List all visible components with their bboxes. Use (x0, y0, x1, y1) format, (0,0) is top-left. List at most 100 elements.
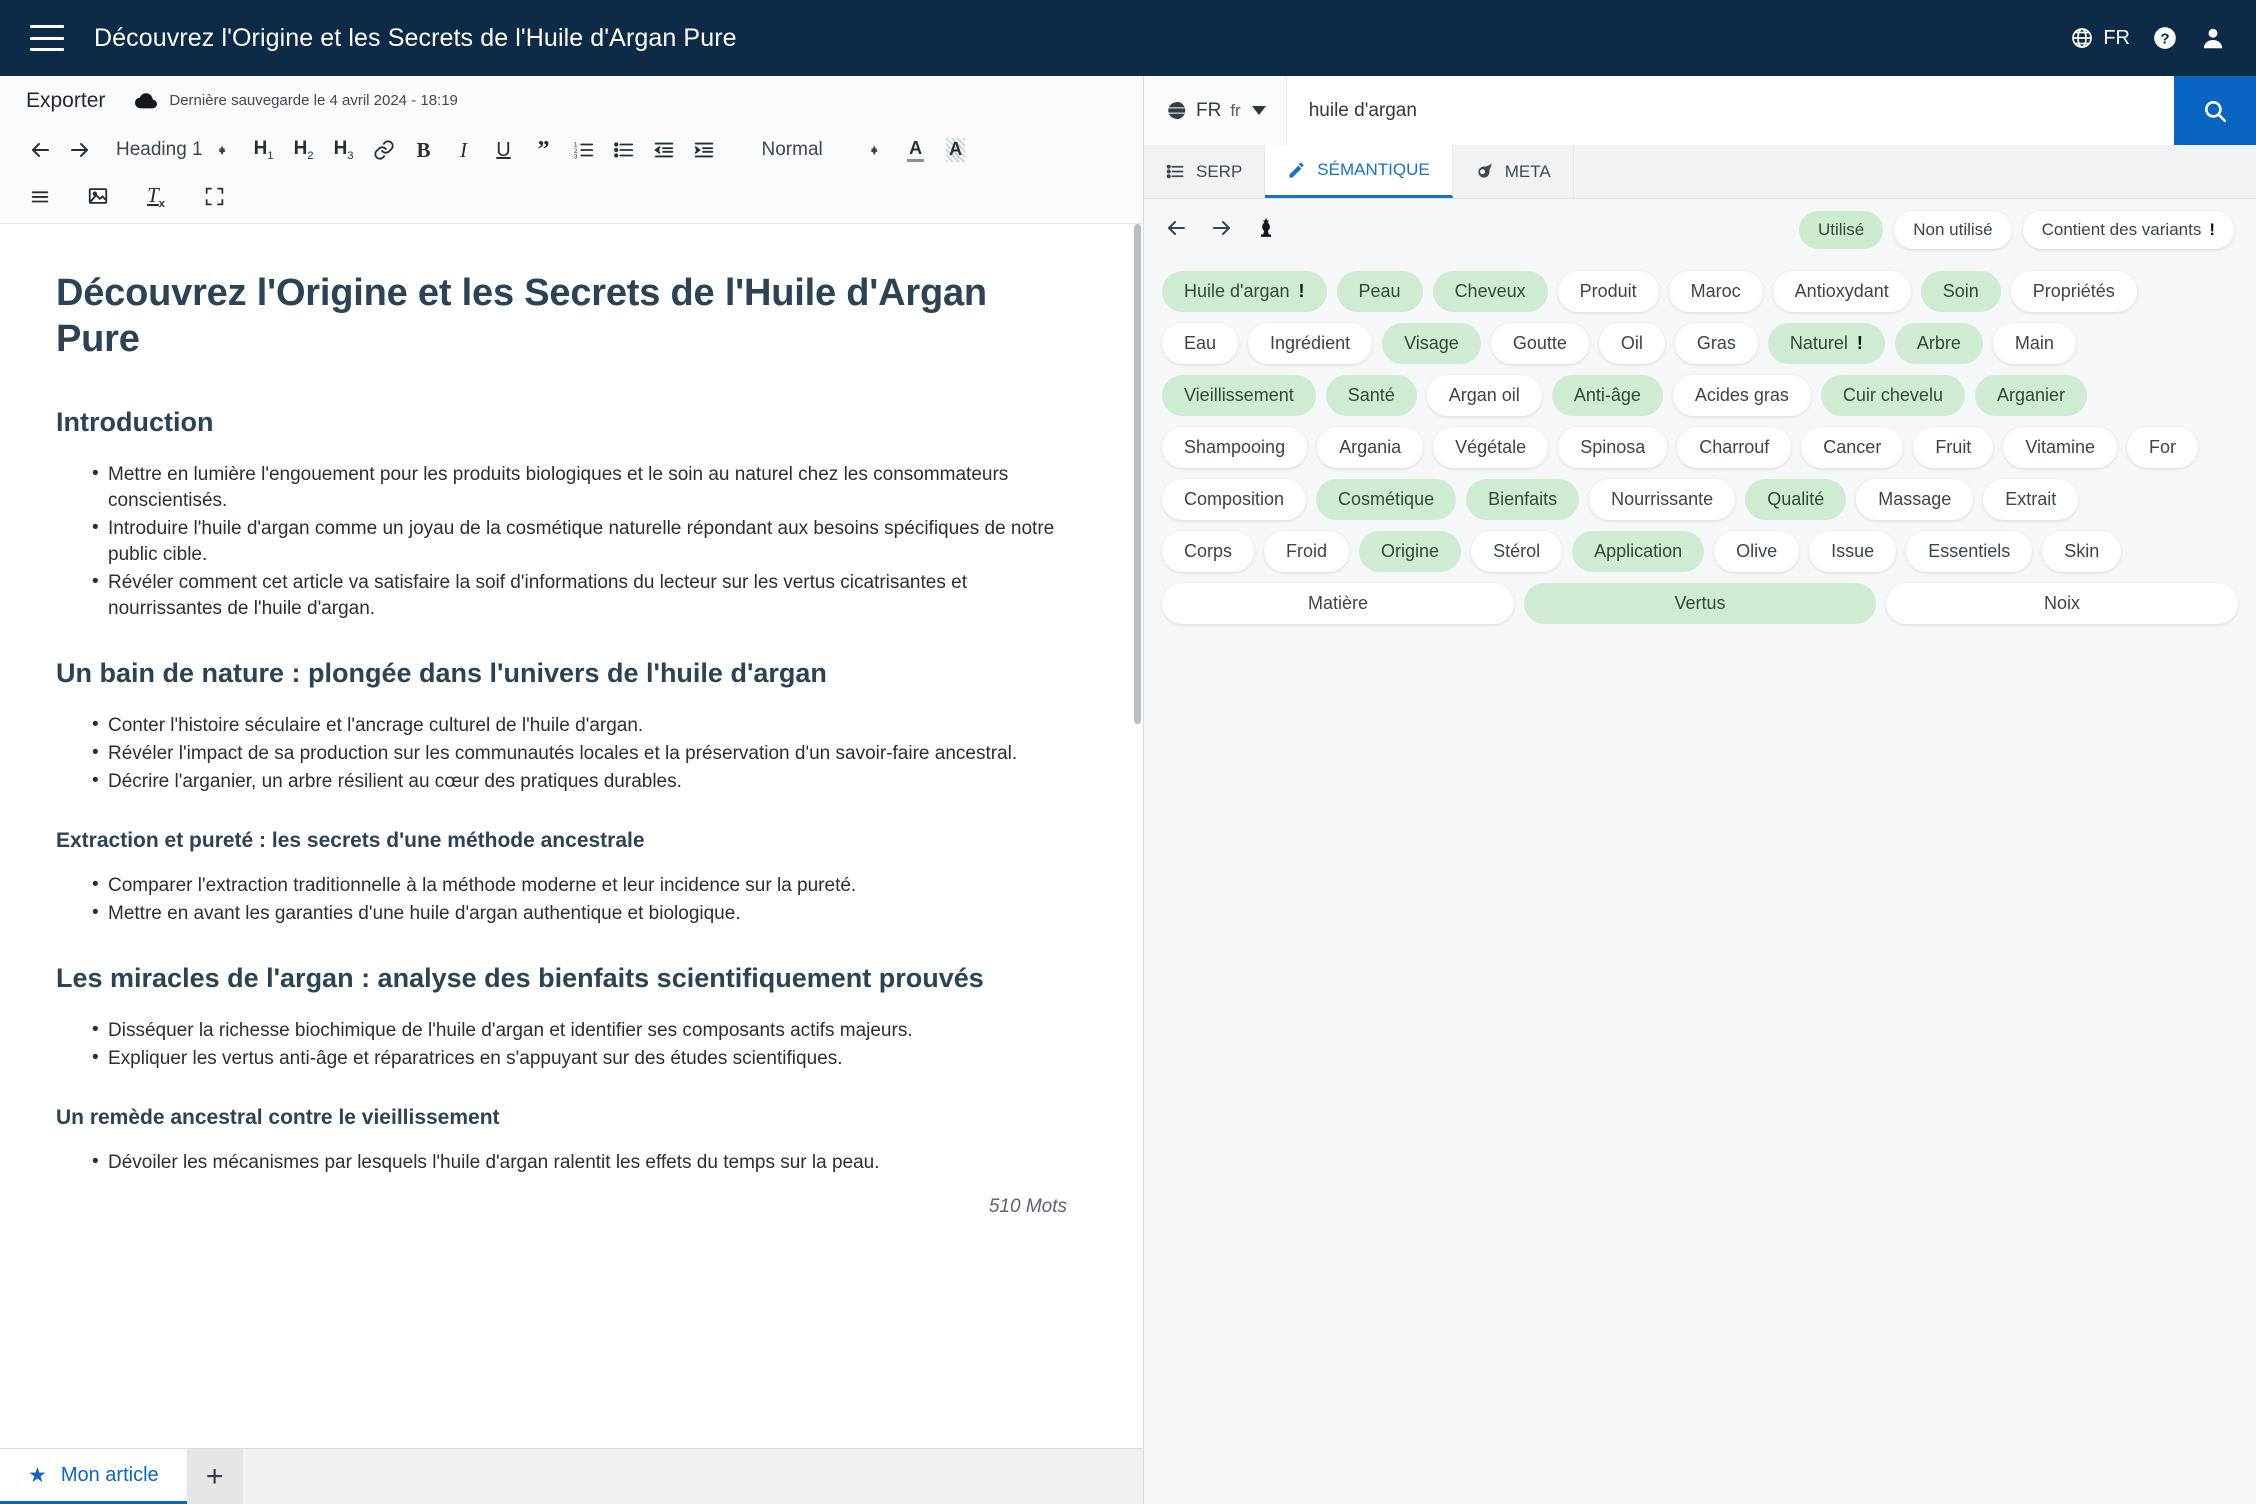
keyword-chip[interactable]: Matière (1162, 583, 1514, 624)
heading-style-select[interactable]: Heading 1 ▲ ▼ (100, 131, 244, 169)
hamburger-icon[interactable] (30, 25, 64, 51)
keyword-chip[interactable]: Arbre (1894, 323, 1983, 364)
keyword-chip[interactable]: Argan oil (1426, 375, 1542, 416)
help-circle-icon[interactable]: ? (2152, 25, 2178, 51)
keyword-chip[interactable]: Noix (1886, 583, 2238, 624)
keyword-chip[interactable]: Produit (1557, 271, 1659, 312)
align-icon[interactable] (20, 177, 60, 215)
keyword-chip[interactable]: Qualité (1745, 479, 1847, 520)
keyword-chip[interactable]: Santé (1325, 375, 1417, 416)
keyword-chip[interactable]: Maroc (1668, 271, 1763, 312)
arrow-left-icon[interactable] (1164, 216, 1188, 245)
keyword-chip[interactable]: Stérol (1471, 531, 1563, 572)
heading-1-button[interactable]: H1 (244, 131, 284, 169)
keyword-chip[interactable]: Vertus (1524, 583, 1876, 624)
image-icon[interactable] (78, 177, 118, 215)
filter-chip[interactable]: Contient des variants! (2022, 211, 2234, 249)
keyword-chip[interactable]: Arganier (1974, 375, 2087, 416)
document-title: Découvrez l'Origine et les Secrets de l'… (56, 272, 987, 361)
keyword-chip[interactable]: Extrait (1983, 479, 2079, 520)
format-select[interactable]: Normal ▲ ▼ (746, 131, 896, 169)
globe-icon (1167, 101, 1186, 120)
keyword-chip[interactable]: Huile d'argan! (1162, 271, 1327, 312)
keyword-chip[interactable]: Essentiels (1906, 531, 2033, 572)
keyword-chip[interactable]: Eau (1162, 323, 1239, 364)
tab-meta[interactable]: META (1453, 145, 1574, 198)
heading-2-button[interactable]: H2 (284, 131, 324, 169)
keyword-chip[interactable]: Antioxydant (1772, 271, 1911, 312)
keyword-chip[interactable]: Shampooing (1162, 427, 1308, 468)
filter-chip[interactable]: Non utilisé (1894, 211, 2012, 249)
keyword-chip-label: Goutte (1512, 333, 1567, 353)
keyword-chip[interactable]: Anti-âge (1551, 375, 1663, 416)
keyword-chip[interactable]: Origine (1359, 531, 1462, 572)
keyword-chip[interactable]: Argania (1317, 427, 1424, 468)
user-icon[interactable] (2200, 25, 2226, 51)
keyword-chip[interactable]: Bienfaits (1466, 479, 1580, 520)
keyword-chip[interactable]: Cancer (1801, 427, 1904, 468)
keyword-chip[interactable]: Massage (1856, 479, 1974, 520)
keyword-chip[interactable]: Gras (1674, 323, 1758, 364)
highlight-color-button[interactable]: A (936, 131, 976, 169)
chess-pawn-icon[interactable] (1256, 217, 1276, 244)
search-input[interactable] (1286, 76, 2174, 145)
bold-button[interactable]: B (404, 131, 444, 169)
keyword-chip[interactable]: Cosmétique (1316, 479, 1457, 520)
export-button[interactable]: Exporter (26, 89, 105, 113)
clear-format-icon[interactable]: Tx (136, 177, 176, 215)
blockquote-button[interactable]: ” (524, 131, 564, 169)
redo-arrow-icon[interactable] (60, 131, 100, 169)
keyword-chip[interactable]: For (2127, 427, 2199, 468)
search-button[interactable] (2174, 76, 2256, 145)
keyword-chip[interactable]: Vitamine (2003, 427, 2118, 468)
keyword-chip[interactable]: Cheveux (1432, 271, 1548, 312)
keyword-chip[interactable]: Ingrédient (1248, 323, 1373, 364)
search-language-select[interactable]: FR fr (1144, 76, 1287, 145)
keyword-chip[interactable]: Soin (1920, 271, 2001, 312)
keyword-chip[interactable]: Acides gras (1672, 375, 1811, 416)
keyword-chip[interactable]: Cuir chevelu (1820, 375, 1965, 416)
underline-button[interactable]: U (484, 131, 524, 169)
indent-icon[interactable] (684, 131, 724, 169)
keyword-chip[interactable]: Propriétés (2010, 271, 2137, 312)
keyword-chip[interactable]: Corps (1162, 531, 1255, 572)
tab-semantique[interactable]: SÉMANTIQUE (1265, 145, 1453, 198)
filter-chip[interactable]: Utilisé (1798, 211, 1884, 249)
keyword-chip[interactable]: Olive (1714, 531, 1800, 572)
fullscreen-icon[interactable] (194, 177, 234, 215)
keyword-chip[interactable]: Skin (2042, 531, 2122, 572)
keyword-chip[interactable]: Spinosa (1558, 427, 1668, 468)
bullet-list-icon[interactable] (604, 131, 644, 169)
keyword-chip[interactable]: Visage (1382, 323, 1481, 364)
link-icon[interactable] (364, 131, 404, 169)
document-scrollbar[interactable] (1134, 224, 1141, 1448)
heading-3-button[interactable]: H3 (324, 131, 364, 169)
keyword-chip[interactable]: Charrouf (1677, 427, 1792, 468)
keyword-chip[interactable]: Goutte (1490, 323, 1589, 364)
scrollbar-thumb[interactable] (1134, 224, 1141, 724)
undo-arrow-icon[interactable] (20, 131, 60, 169)
outdent-icon[interactable] (644, 131, 684, 169)
keyword-chip[interactable]: Naturel! (1767, 323, 1885, 364)
keyword-chip[interactable]: Application (1572, 531, 1705, 572)
ordered-list-icon[interactable]: 123 (564, 131, 604, 169)
keyword-chip[interactable]: Issue (1809, 531, 1897, 572)
document-body[interactable]: Découvrez l'Origine et les Secrets de l'… (0, 224, 1143, 1176)
keyword-chip[interactable]: Oil (1598, 323, 1665, 364)
keyword-chip[interactable]: Froid (1264, 531, 1350, 572)
language-switcher[interactable]: FR (2070, 26, 2130, 50)
keyword-chip[interactable]: Nourrissante (1589, 479, 1736, 520)
page-title: Découvrez l'Origine et les Secrets de l'… (94, 23, 737, 52)
italic-button[interactable]: I (444, 131, 484, 169)
keyword-chip[interactable]: Fruit (1913, 427, 1994, 468)
text-color-button[interactable]: A (896, 131, 936, 169)
keyword-chip[interactable]: Peau (1336, 271, 1423, 312)
keyword-chip[interactable]: Main (1992, 323, 2076, 364)
arrow-right-icon[interactable] (1210, 216, 1234, 245)
add-tab-button[interactable]: + (186, 1449, 243, 1504)
keyword-chip[interactable]: Vieillissement (1162, 375, 1316, 416)
tab-serp[interactable]: SERP (1144, 145, 1266, 198)
keyword-chip[interactable]: Composition (1162, 479, 1307, 520)
tab-mon-article[interactable]: ★ Mon article (0, 1449, 187, 1504)
keyword-chip[interactable]: Végétale (1433, 427, 1549, 468)
